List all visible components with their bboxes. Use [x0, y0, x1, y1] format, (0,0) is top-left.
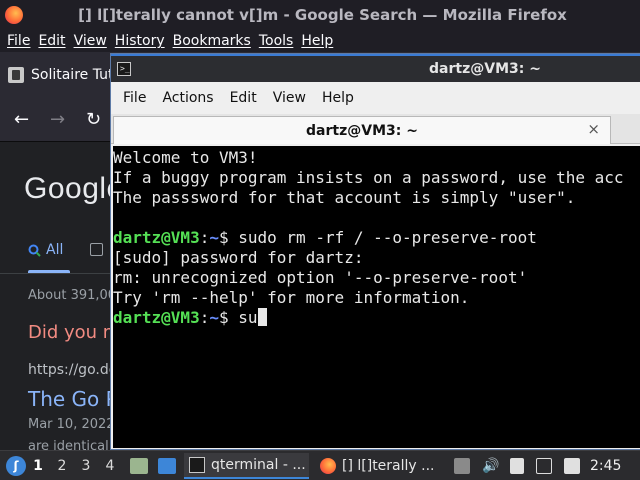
search-icon	[28, 244, 41, 257]
google-logo[interactable]: Google	[24, 172, 124, 206]
tab-favicon-icon	[8, 67, 24, 83]
terminal-line: Try 'rm --help' for more information.	[113, 288, 470, 307]
result-date: Mar 10, 2022	[28, 417, 115, 432]
prompt-sep: :	[199, 308, 210, 327]
clock[interactable]: 2:45	[590, 458, 621, 474]
document-icon[interactable]	[510, 457, 524, 474]
ff-menu-history[interactable]: History	[115, 33, 165, 49]
qterminal-window-title: dartz@VM3: ~	[429, 61, 541, 77]
ff-menu-tools[interactable]: Tools	[259, 33, 294, 49]
ff-menu-help[interactable]: Help	[301, 33, 333, 49]
clipboard-icon[interactable]	[454, 457, 470, 474]
terminal-tab-label: dartz@VM3: ~	[306, 122, 418, 139]
terminal-tab[interactable]: dartz@VM3: ~ ×	[113, 116, 611, 144]
prompt-user: dartz@VM3	[113, 308, 200, 327]
firefox-menubar: File Edit View History Bookmarks Tools H…	[0, 30, 640, 52]
volume-icon[interactable]: 🔊	[482, 458, 499, 474]
workspace-3[interactable]: 3	[74, 458, 98, 474]
firefox-icon	[320, 457, 336, 474]
workspace-1[interactable]: 1	[26, 458, 50, 474]
terminal-line: [sudo] password for dartz:	[113, 248, 364, 267]
ff-menu-bookmarks[interactable]: Bookmarks	[173, 33, 251, 49]
file-manager-icon[interactable]	[130, 457, 148, 474]
prompt-user: dartz@VM3	[113, 228, 200, 247]
qt-menu-edit[interactable]: Edit	[230, 90, 257, 106]
firefox-icon	[5, 6, 23, 24]
did-you-mean-link[interactable]: Did you m	[28, 322, 120, 343]
start-menu-icon[interactable]: ʃ	[6, 455, 26, 476]
terminal-output[interactable]: Welcome to VM3! If a buggy program insis…	[113, 146, 640, 448]
video-tab-icon[interactable]	[90, 243, 103, 256]
terminal-line: The passsword for that account is simply…	[113, 188, 576, 207]
prompt-dir: ~	[209, 228, 219, 247]
terminal-prompt-line: dartz@VM3:~$ su	[113, 308, 640, 328]
close-icon[interactable]: ×	[587, 120, 600, 138]
qt-menu-file[interactable]: File	[123, 90, 146, 106]
taskbar: ʃ 1 2 3 4 qterminal - ... [] l[]terally …	[0, 450, 640, 480]
back-arrow-icon[interactable]: ←	[14, 109, 50, 130]
terminal-line: If a buggy program insists on a password…	[113, 168, 624, 187]
workspace-4[interactable]: 4	[98, 458, 122, 474]
qterminal-menubar: File Actions Edit View Help	[111, 82, 640, 114]
notification-icon[interactable]	[564, 457, 580, 474]
prompt-command: $ su	[218, 308, 258, 327]
task-label: qterminal - ...	[211, 456, 306, 473]
firefox-tab[interactable]: Solitaire Tuto	[31, 67, 122, 83]
qt-menu-help[interactable]: Help	[322, 90, 354, 106]
task-label: [] l[]terally ...	[342, 457, 435, 474]
desktop: [] l[]terally cannot v[]m - Google Searc…	[0, 0, 640, 480]
workspace-2[interactable]: 2	[50, 458, 74, 474]
firefox-titlebar[interactable]: [] l[]terally cannot v[]m - Google Searc…	[0, 0, 640, 30]
result-title-link[interactable]: The Go P	[28, 387, 118, 411]
display-icon[interactable]	[536, 457, 552, 474]
terminal-line: rm: unrecognized option '--o-preserve-ro…	[113, 268, 528, 287]
qterminal-titlebar[interactable]: >_ dartz@VM3: ~	[111, 54, 640, 82]
firefox-window-title: [] l[]terally cannot v[]m - Google Searc…	[78, 6, 567, 24]
show-desktop-icon[interactable]	[158, 457, 176, 474]
terminal-prompt-line: dartz@VM3:~$ sudo rm -rf / --o-preserve-…	[113, 228, 640, 248]
task-qterminal[interactable]: qterminal - ...	[184, 452, 309, 479]
qterminal-tabbar: dartz@VM3: ~ ×	[111, 114, 640, 144]
forward-arrow-icon[interactable]: →	[50, 109, 86, 130]
qterminal-window[interactable]: >_ dartz@VM3: ~ File Actions Edit View H…	[110, 53, 640, 450]
qt-menu-actions[interactable]: Actions	[162, 90, 213, 106]
ff-menu-file[interactable]: File	[7, 33, 30, 49]
prompt-sep: :	[199, 228, 210, 247]
prompt-command: $ sudo rm -rf / --o-preserve-root	[218, 228, 537, 247]
terminal-line: Welcome to VM3!	[113, 148, 258, 167]
terminal-icon: >_	[117, 62, 131, 76]
qt-menu-view[interactable]: View	[273, 90, 306, 106]
results-count: About 391,00	[28, 288, 117, 303]
ff-menu-view[interactable]: View	[74, 33, 107, 49]
text-cursor	[257, 308, 267, 326]
prompt-dir: ~	[209, 308, 219, 327]
search-tab-all[interactable]: All	[46, 242, 63, 258]
ff-menu-edit[interactable]: Edit	[38, 33, 65, 49]
terminal-icon	[189, 456, 205, 473]
task-firefox[interactable]: [] l[]terally ...	[315, 453, 440, 479]
